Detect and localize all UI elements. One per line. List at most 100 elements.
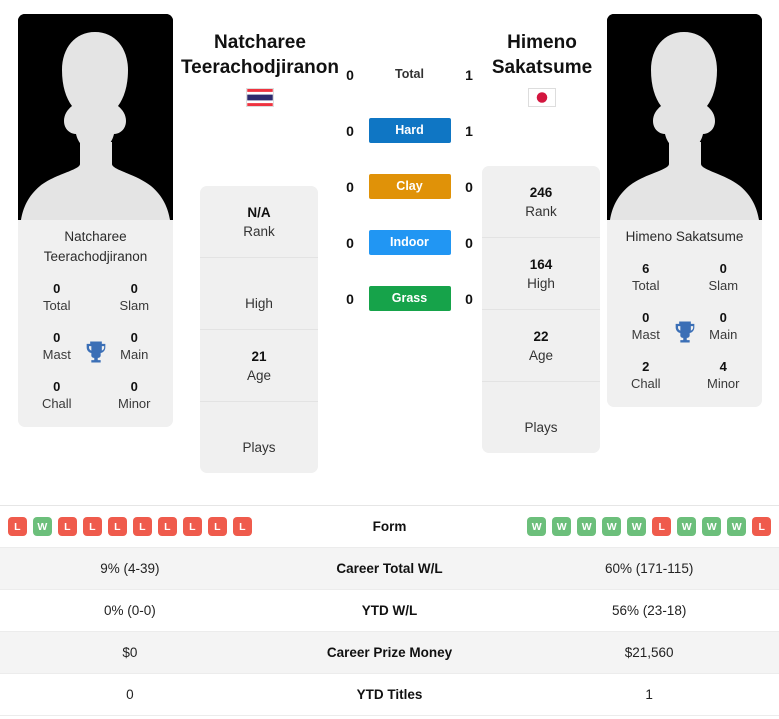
info-cell: 246 Rank [482, 166, 600, 238]
info-cell: 21 Age [200, 330, 318, 402]
titles-grid-right: 6 Total 0 Slam 0 Mast 0 Main 2 Chall 4 M… [607, 256, 762, 407]
row-label: Career Prize Money [326, 645, 453, 660]
h2h-row: 0 Total 1 [342, 62, 477, 87]
h2h-score-left: 0 [346, 290, 354, 307]
head-to-head-column: 0 Total 1 0 Hard 1 0 Clay 0 0 Indoor 0 0 [342, 62, 477, 311]
title-stat: 6 Total [607, 260, 685, 295]
h2h-row: 0 Grass 0 [342, 286, 477, 311]
h2h-comparison-page: Natcharee Teerachodjiranon 0 Total 0 Sla… [0, 0, 779, 719]
titles-grid-left: 0 Total 0 Slam 0 Mast 0 Main 0 Chall 0 M… [18, 276, 173, 427]
info-value: N/A [247, 205, 271, 220]
table-row: 0% (0-0) YTD W/L 56% (23-18) [0, 590, 779, 632]
form-badge: W [602, 517, 622, 536]
info-cell: 164 High [482, 238, 600, 310]
form-badge: L [182, 517, 202, 536]
stat-value: 0 [53, 281, 61, 296]
caption-line2: Teerachodjiranon [43, 249, 148, 264]
row-label: YTD Titles [356, 687, 423, 702]
stat-label: Minor [117, 396, 151, 411]
h2h-score-left: 0 [346, 66, 354, 83]
h2h-score-right: 0 [465, 234, 473, 251]
form-badges-left: LWLLLLLLLL [0, 517, 260, 536]
stat-label: Total [632, 278, 660, 293]
player-photo-left [18, 14, 173, 220]
stat-label: Slam [119, 298, 150, 313]
player-photo-caption-right: Himeno Sakatsume [607, 220, 762, 256]
comparison-table: LWLLLLLLLL Form WWWWWLWWWL 9% (4-39) Car… [0, 505, 779, 716]
player-first-name: Himeno [507, 32, 577, 53]
row-label: YTD W/L [361, 603, 418, 618]
players-overview: Natcharee Teerachodjiranon 0 Total 0 Sla… [0, 0, 779, 505]
form-badge: L [157, 517, 177, 536]
title-stat: 0 Total [18, 280, 96, 315]
stat-value: 4 [719, 359, 727, 374]
stat-value: 6 [642, 261, 650, 276]
row-value-right: 60% (171-115) [605, 561, 694, 576]
h2h-score-left: 0 [346, 234, 354, 251]
h2h-row: 0 Indoor 0 [342, 230, 477, 255]
info-cell: N/A Rank [200, 186, 318, 258]
info-label: Rank [243, 224, 275, 239]
form-badge: W [677, 517, 697, 536]
stat-value: 0 [53, 379, 61, 394]
title-stat: 2 Chall [607, 358, 685, 393]
player-silhouette-icon [18, 14, 173, 220]
info-label: Plays [524, 420, 558, 435]
info-cell: Plays [482, 382, 600, 453]
h2h-surface-label: Grass [368, 286, 451, 311]
player-info-card-right: 246 Rank 164 High 22 Age Plays [482, 166, 600, 453]
stat-label: Chall [630, 376, 661, 391]
row-value-left: 0% (0-0) [103, 603, 156, 618]
h2h-row: 0 Clay 0 [342, 174, 477, 199]
row-value-right: 1 [645, 687, 653, 702]
stat-value: 2 [642, 359, 650, 374]
stat-label: Slam [708, 278, 739, 293]
row-label: Form [372, 519, 407, 534]
form-badge: L [57, 517, 77, 536]
thailand-flag-icon [246, 88, 274, 107]
h2h-score-left: 0 [346, 122, 354, 139]
info-cell: 22 Age [482, 310, 600, 382]
h2h-score-left: 0 [346, 178, 354, 195]
h2h-score-right: 1 [465, 122, 473, 139]
h2h-surface-label: Clay [368, 174, 451, 199]
title-stat: 0 Minor [96, 378, 174, 413]
info-value: 22 [533, 329, 549, 344]
caption-line1: Natcharee [64, 229, 127, 244]
row-label: Career Total W/L [336, 561, 443, 576]
stat-label: Minor [706, 376, 740, 391]
title-stat: 0 Slam [96, 280, 174, 315]
row-value-right: $21,560 [624, 645, 674, 660]
info-value [204, 419, 314, 438]
info-value [204, 275, 314, 294]
info-value: 164 [529, 257, 553, 272]
table-row: 9% (4-39) Career Total W/L 60% (171-115) [0, 548, 779, 590]
player-card-left: Natcharee Teerachodjiranon 0 Total 0 Sla… [18, 14, 173, 427]
h2h-score-right: 1 [465, 66, 473, 83]
row-value-left: $0 [122, 645, 138, 660]
row-value-left: 9% (4-39) [100, 561, 160, 576]
form-badge: L [107, 517, 127, 536]
table-row: $0 Career Prize Money $21,560 [0, 632, 779, 674]
h2h-surface-label: Total [395, 67, 424, 81]
info-label: High [527, 276, 555, 291]
form-badge: W [32, 517, 52, 536]
form-badge: W [527, 517, 547, 536]
info-cell: Plays [200, 402, 318, 473]
h2h-row: 0 Hard 1 [342, 118, 477, 143]
table-row-form: LWLLLLLLLL Form WWWWWLWWWL [0, 506, 779, 548]
info-label: High [245, 296, 273, 311]
info-label: Plays [242, 440, 276, 455]
info-label: Rank [525, 204, 557, 219]
form-badge: W [627, 517, 647, 536]
info-cell: High [200, 258, 318, 330]
form-badge: W [577, 517, 597, 536]
form-badge: W [552, 517, 572, 536]
form-badge: L [652, 517, 672, 536]
form-badge: L [232, 517, 252, 536]
title-stat: 4 Minor [685, 358, 763, 393]
form-badge: L [207, 517, 227, 536]
form-badge: W [727, 517, 747, 536]
form-badge: L [82, 517, 102, 536]
japan-flag-icon [528, 88, 556, 107]
